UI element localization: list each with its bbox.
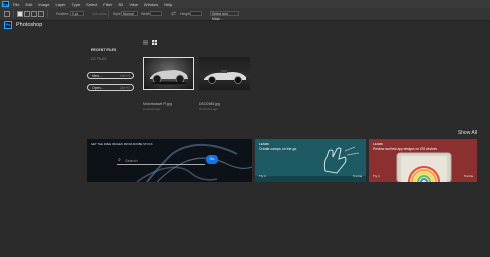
subtract-selection-icon[interactable]: [31, 10, 37, 17]
open-button[interactable]: Open... Ctrl+O: [87, 84, 134, 91]
recent-file-thumbnail[interactable]: [199, 57, 250, 90]
go-button[interactable]: Go: [206, 155, 218, 164]
car-image: [150, 70, 188, 85]
recent-file-time: a minute ago: [143, 107, 161, 111]
menu-bar: Ps File Edit Image Layer Type Select Fil…: [0, 0, 490, 8]
recent-file-time: 3 minutes ago: [199, 107, 218, 111]
menu-file[interactable]: File: [13, 2, 19, 7]
menu-help[interactable]: Help: [164, 2, 172, 7]
separator: [47, 10, 48, 18]
card-title: Create comps on the go: [259, 147, 297, 151]
intersect-selection-icon[interactable]: [38, 10, 44, 17]
recent-file-name[interactable]: DSC0985.jpg: [199, 102, 220, 106]
height-input[interactable]: [190, 11, 202, 16]
new-button-label: New...: [92, 74, 102, 79]
try-it-link[interactable]: Try it: [373, 174, 380, 178]
feather-label: Feather:: [56, 12, 70, 16]
show-all-link[interactable]: Show All: [458, 130, 477, 136]
learn-label: LEARN: [259, 142, 269, 146]
app-title: Photoshop: [16, 22, 43, 28]
stock-search-card: GET THE FREE IMAGES FROM ADOBE STOCK ⌕ S…: [87, 139, 252, 182]
menu-layer[interactable]: Layer: [55, 2, 65, 7]
menu-window[interactable]: Window: [144, 2, 158, 7]
duration-label: 5 mins: [464, 174, 473, 178]
list-view-icon[interactable]: [143, 40, 148, 45]
learn-label: LEARN: [373, 142, 383, 146]
separator: [13, 10, 14, 18]
search-icon: ⌕: [118, 157, 121, 163]
try-it-link[interactable]: Try it: [259, 174, 266, 178]
menu-select[interactable]: Select: [86, 2, 97, 7]
new-selection-icon[interactable]: [17, 10, 23, 17]
add-selection-icon[interactable]: [24, 10, 30, 17]
car-image: [204, 70, 246, 84]
stock-search-input[interactable]: ⌕ Search: [117, 156, 205, 165]
menu-image[interactable]: Image: [38, 2, 49, 7]
menu-type[interactable]: Type: [72, 2, 81, 7]
feather-input[interactable]: 0 px: [70, 11, 84, 16]
menu-filter[interactable]: Filter: [103, 2, 112, 7]
new-shortcut: Ctrl+N: [119, 74, 130, 79]
hand-drawing-illustration: [323, 146, 360, 174]
grid-view-icon[interactable]: [152, 40, 157, 45]
marquee-tool-icon[interactable]: [4, 10, 10, 17]
menu-3d[interactable]: 3D: [118, 2, 123, 7]
antialias-checkbox[interactable]: Anti-alias: [92, 12, 106, 16]
recent-file-name[interactable]: Motorbasket Pl.jpg: [143, 102, 172, 106]
photoshop-logo-icon: Ps: [4, 21, 12, 29]
recent-files-header[interactable]: RECENT FILES: [91, 48, 116, 52]
separator: [108, 10, 109, 18]
new-button[interactable]: New... Ctrl+N: [87, 72, 134, 79]
style-select[interactable]: Normal: [121, 11, 138, 16]
swap-icon[interactable]: ⇄: [171, 10, 176, 17]
learn-card-preview[interactable]: LEARN Preview and test app designs on iO…: [369, 139, 477, 182]
options-bar: Feather: 0 px Anti-alias Style: Normal W…: [0, 8, 490, 21]
stock-heading: GET THE FREE IMAGES FROM ADOBE STOCK: [91, 142, 153, 146]
select-and-mask-button[interactable]: Select and Mask...: [210, 11, 239, 21]
width-input[interactable]: [150, 11, 162, 16]
search-placeholder: Search: [125, 158, 138, 163]
photoshop-logo-icon[interactable]: Ps: [2, 1, 9, 7]
recent-file-thumbnail[interactable]: [143, 57, 194, 90]
cc-files-link[interactable]: CC FILES: [91, 57, 107, 61]
device-preview-illustration: [396, 152, 452, 182]
open-shortcut: Ctrl+O: [119, 86, 130, 91]
open-button-label: Open...: [92, 86, 104, 91]
menu-edit[interactable]: Edit: [25, 2, 32, 7]
card-footer: [255, 176, 366, 182]
learn-card-comps[interactable]: LEARN Create comps on the go Try it 5 mi…: [255, 139, 366, 182]
menu-view[interactable]: View: [129, 2, 138, 7]
duration-label: 5 mins: [353, 174, 362, 178]
